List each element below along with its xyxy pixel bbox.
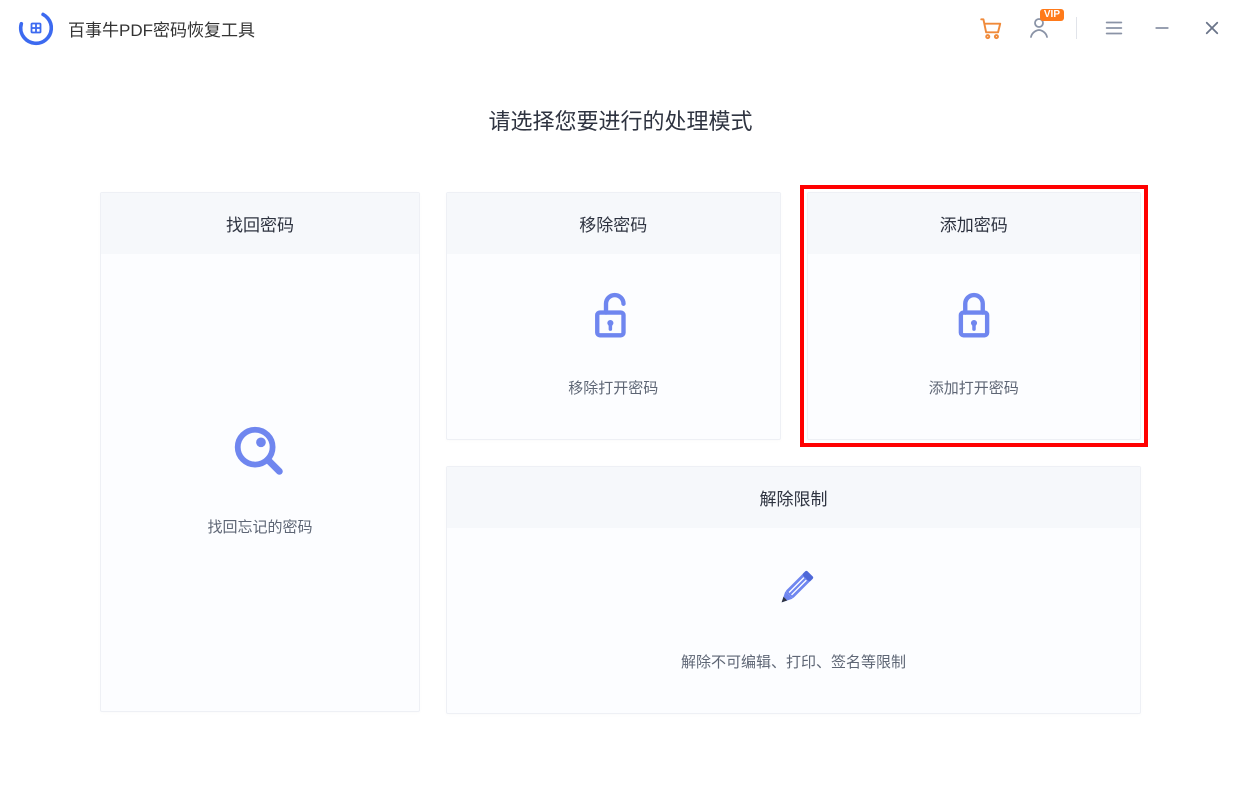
page-title: 请选择您要进行的处理模式 (100, 104, 1141, 136)
card-recover-password[interactable]: 找回密码 找回忘记的密码 (100, 192, 420, 712)
card-add-password[interactable]: 添加密码 添加打开密码 (807, 192, 1142, 440)
titlebar: 百事牛PDF密码恢复工具 VIP (0, 0, 1241, 56)
card-desc: 添加打开密码 (929, 377, 1019, 398)
app-title: 百事牛PDF密码恢复工具 (68, 16, 255, 41)
card-title: 解除限制 (447, 467, 1140, 528)
app-logo-icon (18, 10, 54, 46)
card-title: 添加密码 (808, 193, 1141, 254)
card-remove-password[interactable]: 移除密码 移除打开密码 (446, 192, 781, 440)
unlock-icon (585, 288, 641, 349)
card-desc: 移除打开密码 (568, 377, 658, 398)
magnifier-icon (229, 421, 291, 488)
titlebar-actions: VIP (978, 13, 1227, 43)
main-content: 请选择您要进行的处理模式 找回密码 找回忘记的密码 (0, 56, 1241, 714)
pencil-icon (766, 562, 822, 623)
vip-badge: VIP (1040, 9, 1064, 21)
card-desc: 解除不可编辑、打印、签名等限制 (681, 651, 906, 672)
menu-icon[interactable] (1101, 15, 1127, 41)
card-title: 找回密码 (101, 193, 419, 254)
card-title: 移除密码 (447, 193, 780, 254)
cart-icon[interactable] (978, 15, 1004, 41)
card-remove-restriction[interactable]: 解除限制 (446, 466, 1141, 714)
close-button[interactable] (1197, 13, 1227, 43)
card-desc: 找回忘记的密码 (207, 516, 312, 537)
lock-icon (946, 288, 1002, 349)
user-account-icon[interactable]: VIP (1026, 15, 1052, 41)
mode-grid: 找回密码 找回忘记的密码 移除密码 (100, 192, 1141, 714)
titlebar-divider (1076, 17, 1077, 39)
minimize-button[interactable] (1149, 15, 1175, 41)
